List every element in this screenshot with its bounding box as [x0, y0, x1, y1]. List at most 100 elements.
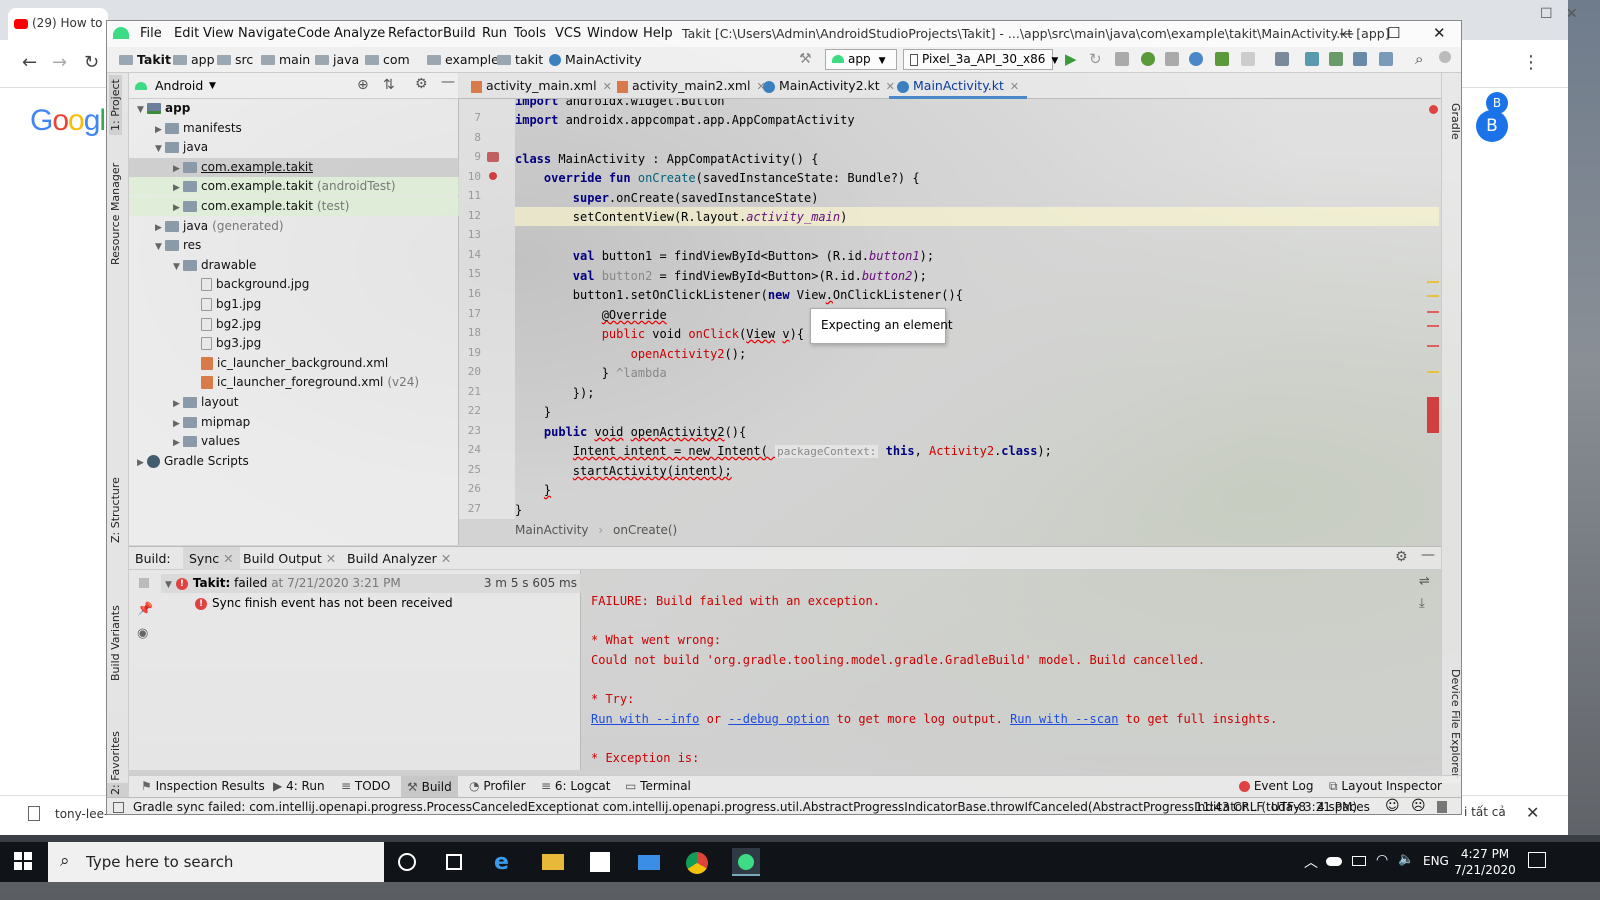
- chevron-down-icon[interactable]: ▼: [173, 258, 183, 277]
- tree-item[interactable]: bg2.jpg: [191, 315, 261, 334]
- eye-icon[interactable]: ◉: [137, 626, 148, 641]
- android-studio-taskbar-icon[interactable]: [732, 848, 760, 876]
- volume-icon[interactable]: 🔈: [1398, 852, 1414, 867]
- maximize-icon[interactable]: ☐: [1387, 24, 1400, 42]
- chevron-down-icon[interactable]: ▼: [209, 81, 216, 91]
- menu-build[interactable]: Build: [443, 26, 476, 41]
- breadcrumb-item[interactable]: app: [173, 52, 215, 67]
- close-downloads-icon[interactable]: ✕: [1526, 803, 1539, 822]
- menu-help[interactable]: Help: [643, 26, 673, 41]
- build-event-row[interactable]: ! Sync finish event has not been received: [195, 594, 453, 613]
- layout-inspector-icon[interactable]: [1379, 52, 1393, 66]
- override-gutter-icon[interactable]: [489, 172, 497, 180]
- search-icon[interactable]: ⌕: [1415, 50, 1423, 68]
- build-tab-output[interactable]: Build Output ✕: [243, 551, 336, 566]
- more-menu-icon[interactable]: ⋮: [1522, 52, 1540, 73]
- tree-item[interactable]: ▶ layout: [173, 393, 238, 412]
- browser-window-controls[interactable]: ☐ ✕: [1540, 6, 1600, 26]
- menu-navigate[interactable]: Navigate: [238, 26, 296, 41]
- tree-item[interactable]: ▼ res: [155, 236, 201, 255]
- menu-file[interactable]: File: [140, 26, 162, 41]
- task-view-icon[interactable]: [446, 854, 462, 870]
- menu-edit[interactable]: Edit: [174, 26, 199, 41]
- taskbar-search[interactable]: ⌕ Type here to search: [48, 842, 384, 882]
- hide-panel-icon[interactable]: —: [1421, 547, 1435, 563]
- chevron-right-icon[interactable]: ▶: [173, 179, 183, 198]
- breadcrumb-method[interactable]: onCreate(): [613, 523, 677, 537]
- breadcrumb-item[interactable]: main: [261, 52, 310, 67]
- menu-window[interactable]: Window: [587, 26, 638, 41]
- gear-icon[interactable]: ⚙: [415, 76, 428, 92]
- store-icon[interactable]: [590, 852, 610, 872]
- logcat-tab[interactable]: ≡ 6: Logcat: [541, 779, 610, 793]
- collapse-all-icon[interactable]: ⇅: [383, 77, 395, 93]
- project-tool-tab[interactable]: 1: Project: [109, 75, 122, 135]
- tree-item[interactable]: ▶ mipmap: [173, 413, 250, 432]
- profiler-tab[interactable]: ◔ Profiler: [469, 779, 526, 793]
- file-encoding[interactable]: UTF-8: [1271, 800, 1306, 814]
- gear-icon[interactable]: ⚙: [1395, 549, 1408, 565]
- close-tab-icon[interactable]: ✕: [1010, 80, 1019, 93]
- build-variants-tab[interactable]: Build Variants: [109, 605, 122, 681]
- chevron-right-icon[interactable]: ▶: [137, 454, 147, 473]
- edge-icon[interactable]: e: [494, 850, 518, 875]
- device-select[interactable]: Pixel_3a_API_30_x86 ▼: [903, 49, 1058, 70]
- line-separator[interactable]: CRLF: [1233, 800, 1263, 814]
- tree-item[interactable]: ▶ com.example.takit: [173, 158, 313, 177]
- run-gutter-icon[interactable]: [487, 152, 499, 162]
- chevron-down-icon[interactable]: ▼: [155, 238, 165, 257]
- taskbar-clock[interactable]: 4:27 PM 7/21/2020: [1450, 846, 1520, 878]
- breadcrumb-item[interactable]: example: [427, 52, 499, 67]
- debug-option-link[interactable]: --debug option: [728, 712, 829, 726]
- chevron-right-icon[interactable]: ▶: [173, 199, 183, 218]
- menu-code[interactable]: Code: [297, 26, 330, 41]
- tree-item[interactable]: bg3.jpg: [191, 334, 261, 353]
- notifications-icon[interactable]: [1528, 852, 1546, 868]
- layout-inspector-tab[interactable]: ⧉ Layout Inspector: [1329, 779, 1442, 794]
- tree-item[interactable]: bg1.jpg: [191, 295, 261, 314]
- gradle-tab[interactable]: Gradle: [1449, 103, 1461, 140]
- breadcrumb-item[interactable]: src: [217, 52, 253, 67]
- stop-icon[interactable]: [1241, 52, 1255, 66]
- back-icon[interactable]: ←: [22, 52, 37, 73]
- inspection-results-tab[interactable]: ⚑ Inspection Results: [141, 779, 265, 793]
- rerun-icon[interactable]: ↻: [1089, 50, 1102, 68]
- chevron-right-icon[interactable]: ▶: [173, 415, 183, 434]
- tree-item[interactable]: background.jpg: [191, 275, 309, 294]
- trash-icon[interactable]: [1437, 801, 1447, 813]
- warning-mark[interactable]: [1427, 281, 1439, 283]
- breadcrumb-item[interactable]: Takit: [119, 52, 171, 67]
- chevron-right-icon[interactable]: ▶: [173, 395, 183, 414]
- tree-item[interactable]: ▼ app: [137, 99, 190, 118]
- breadcrumb-class[interactable]: MainActivity: [515, 523, 589, 537]
- close-icon[interactable]: ✕: [1433, 24, 1446, 42]
- sad-face-icon[interactable]: ☹: [1411, 798, 1426, 814]
- windows-start-icon[interactable]: [14, 852, 32, 870]
- code-editor[interactable]: import androidx.widget.Button import and…: [515, 99, 1439, 519]
- tree-item[interactable]: ▶ java (generated): [155, 217, 284, 236]
- stop-build-icon[interactable]: [139, 578, 149, 588]
- hammer-icon[interactable]: ⚒: [799, 51, 812, 67]
- menu-run[interactable]: Run: [482, 26, 507, 41]
- mail-icon[interactable]: [638, 855, 660, 870]
- wifi-icon[interactable]: ◠: [1376, 852, 1388, 868]
- sync-gradle-icon[interactable]: [1305, 52, 1319, 66]
- favorites-tab[interactable]: 2: Favorites: [109, 731, 122, 795]
- cortana-icon[interactable]: [398, 853, 416, 871]
- editor-tab[interactable]: activity_main2.xml ✕: [609, 73, 774, 99]
- happy-face-icon[interactable]: ☺: [1385, 798, 1400, 814]
- show-hidden-icons[interactable]: ︿: [1304, 852, 1318, 872]
- forward-icon[interactable]: →: [52, 52, 67, 73]
- caret-position[interactable]: 11:43: [1195, 800, 1230, 814]
- structure-tab[interactable]: Z: Structure: [109, 477, 122, 543]
- tree-item[interactable]: ▶ values: [173, 432, 240, 451]
- hide-panel-icon[interactable]: —: [441, 74, 455, 90]
- battery-icon[interactable]: [1352, 856, 1366, 866]
- tree-item[interactable]: ▶ Gradle Scripts: [137, 452, 249, 471]
- build-output[interactable]: FAILURE: Build failed with an exception.…: [581, 570, 1441, 770]
- chevron-right-icon[interactable]: ▶: [155, 121, 165, 140]
- soft-wrap-icon[interactable]: ⇌: [1419, 574, 1430, 589]
- error-indicator-icon[interactable]: [1429, 105, 1438, 114]
- menu-refactor[interactable]: Refactor: [388, 26, 443, 41]
- build-tab-analyzer[interactable]: Build Analyzer ✕: [347, 551, 451, 566]
